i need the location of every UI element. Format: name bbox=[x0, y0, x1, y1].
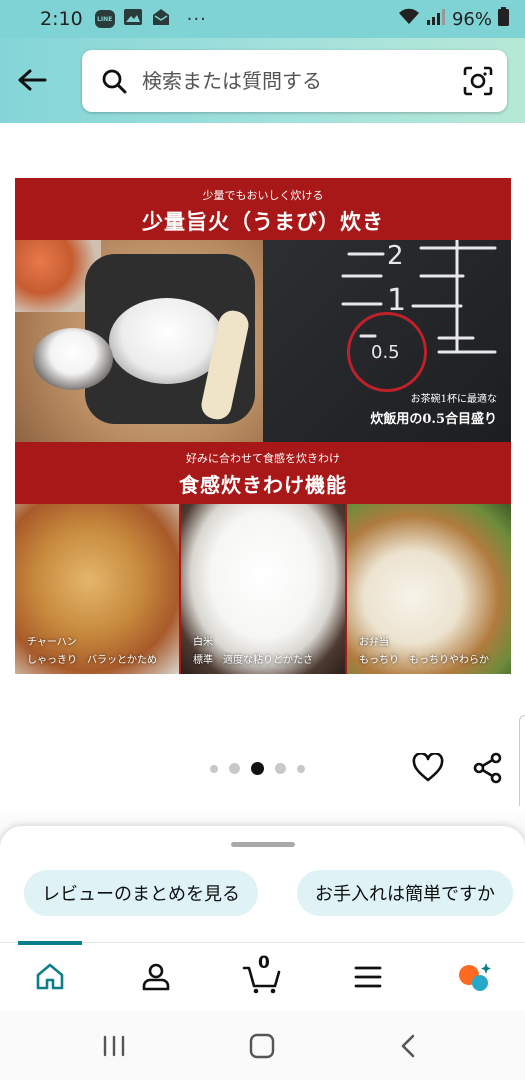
share-button[interactable] bbox=[470, 750, 506, 786]
food-title: お弁当 bbox=[359, 637, 389, 648]
food-caption: チャーハン しゃっきり バラッとかため bbox=[27, 633, 157, 666]
battery-percent: 96% bbox=[451, 8, 492, 30]
highlight-circle bbox=[347, 312, 427, 392]
bottom-navigation: 0 bbox=[0, 941, 525, 1010]
carousel-dot[interactable] bbox=[297, 764, 305, 773]
sheet-drag-handle[interactable] bbox=[231, 842, 295, 847]
nav-menu[interactable] bbox=[346, 957, 390, 997]
food-caption: お弁当 もっちり もっちりやわらか bbox=[359, 633, 489, 666]
wishlist-button[interactable] bbox=[410, 750, 446, 786]
home-icon bbox=[36, 963, 64, 990]
mark-2-label: 2 bbox=[387, 241, 404, 271]
banner2-subtitle: 好みに合わせて食感を炊きわけ bbox=[186, 452, 340, 465]
carousel-dot[interactable] bbox=[229, 763, 240, 774]
food-caption: 白米 標準 適度な粘りとかたさ bbox=[193, 633, 313, 666]
food-title: チャーハン bbox=[27, 637, 77, 648]
battery-icon bbox=[498, 7, 509, 31]
measurement-caption: お茶碗1杯に最適な 炊飯用の0.5合目盛り bbox=[370, 390, 497, 427]
white-rice-photo: 白米 標準 適度な粘りとかたさ bbox=[181, 504, 345, 674]
feature-banner-2: 好みに合わせて食感を炊きわけ 食感炊きわけ機能 bbox=[15, 442, 511, 504]
line-notification-icon: LINE bbox=[94, 10, 115, 28]
food-desc: もっちり もっちりやわらか bbox=[359, 655, 489, 666]
status-bar: 2:10 LINE ··· 96% bbox=[0, 0, 525, 38]
camera-search-button[interactable] bbox=[461, 64, 495, 98]
food-title: 白米 bbox=[193, 637, 213, 648]
care-question-chip[interactable]: お手入れは簡単ですか bbox=[297, 870, 513, 916]
carousel-dot-active[interactable] bbox=[251, 762, 264, 775]
status-time: 2:10 bbox=[40, 8, 83, 30]
image-notification-icon bbox=[123, 8, 143, 30]
carousel-dot[interactable] bbox=[210, 764, 218, 773]
nav-account[interactable] bbox=[134, 957, 178, 997]
more-notifications-indicator: ··· bbox=[186, 8, 207, 30]
signal-icon bbox=[426, 8, 446, 31]
system-home-button[interactable] bbox=[242, 1026, 282, 1066]
heart-icon bbox=[412, 753, 444, 782]
back-arrow-icon bbox=[18, 69, 47, 91]
banner2-title: 食感炊きわけ機能 bbox=[179, 473, 347, 497]
bento-rice-photo: お弁当 もっちり もっちりやわらか bbox=[347, 504, 511, 674]
system-navigation bbox=[0, 1010, 525, 1080]
recent-apps-button[interactable] bbox=[94, 1026, 134, 1066]
food-desc: 標準 適度な粘りとかたさ bbox=[193, 655, 313, 666]
share-icon bbox=[473, 752, 502, 784]
system-home-icon bbox=[249, 1033, 275, 1059]
suggestions-sheet: レビューのまとめを見る お手入れは簡単ですか bbox=[0, 826, 525, 942]
measurement-caption-2: 炊飯用の0.5合目盛り bbox=[370, 412, 497, 427]
menu-icon bbox=[354, 966, 382, 988]
status-right: 96% bbox=[398, 7, 509, 31]
carousel-dot[interactable] bbox=[275, 763, 286, 774]
rice-bowl bbox=[33, 328, 113, 390]
system-back-button[interactable] bbox=[388, 1026, 428, 1066]
product-image[interactable]: 少量でもおいしく炊ける 少量旨火（うまび）炊き 2 1 0.5 お茶碗1杯に最適… bbox=[15, 178, 511, 674]
search-bar[interactable] bbox=[82, 50, 507, 112]
search-header bbox=[0, 38, 525, 123]
nav-rufus[interactable] bbox=[452, 957, 496, 997]
nav-home[interactable] bbox=[28, 957, 72, 997]
search-icon bbox=[100, 67, 128, 95]
cart-count: 0 bbox=[258, 953, 270, 973]
back-button[interactable] bbox=[12, 60, 52, 100]
measurement-marks-photo: 2 1 0.5 お茶碗1杯に最適な 炊飯用の0.5合目盛り bbox=[263, 240, 511, 442]
search-input[interactable] bbox=[142, 69, 461, 93]
recent-apps-icon bbox=[103, 1035, 125, 1057]
rufus-icon bbox=[459, 963, 491, 991]
banner1-title: 少量旨火（うまび）炊き bbox=[142, 209, 384, 234]
system-back-icon bbox=[401, 1034, 415, 1058]
rice-cooker-photo bbox=[15, 240, 263, 442]
wifi-icon bbox=[398, 8, 420, 31]
camera-lens-icon bbox=[463, 66, 493, 96]
fried-rice-photo: チャーハン しゃっきり バラッとかため bbox=[15, 504, 179, 674]
nav-cart[interactable]: 0 bbox=[240, 953, 284, 997]
measurement-caption-1: お茶碗1杯に最適な bbox=[410, 394, 497, 405]
texture-photo-row: チャーハン しゃっきり バラッとかため 白米 標準 適度な粘りとかたさ お弁当 … bbox=[15, 504, 511, 674]
account-icon bbox=[142, 963, 170, 991]
mail-notification-icon bbox=[151, 8, 171, 30]
active-tab-indicator bbox=[18, 941, 82, 945]
carousel-indicator[interactable] bbox=[210, 762, 305, 775]
banner1-subtitle: 少量でもおいしく炊ける bbox=[202, 189, 324, 202]
feature-banner-1: 少量でもおいしく炊ける 少量旨火（うまび）炊き bbox=[15, 178, 511, 240]
line-icon-label: LINE bbox=[94, 10, 115, 28]
review-summary-chip[interactable]: レビューのまとめを見る bbox=[24, 870, 258, 916]
food-desc: しゃっきり バラッとかため bbox=[27, 655, 157, 666]
